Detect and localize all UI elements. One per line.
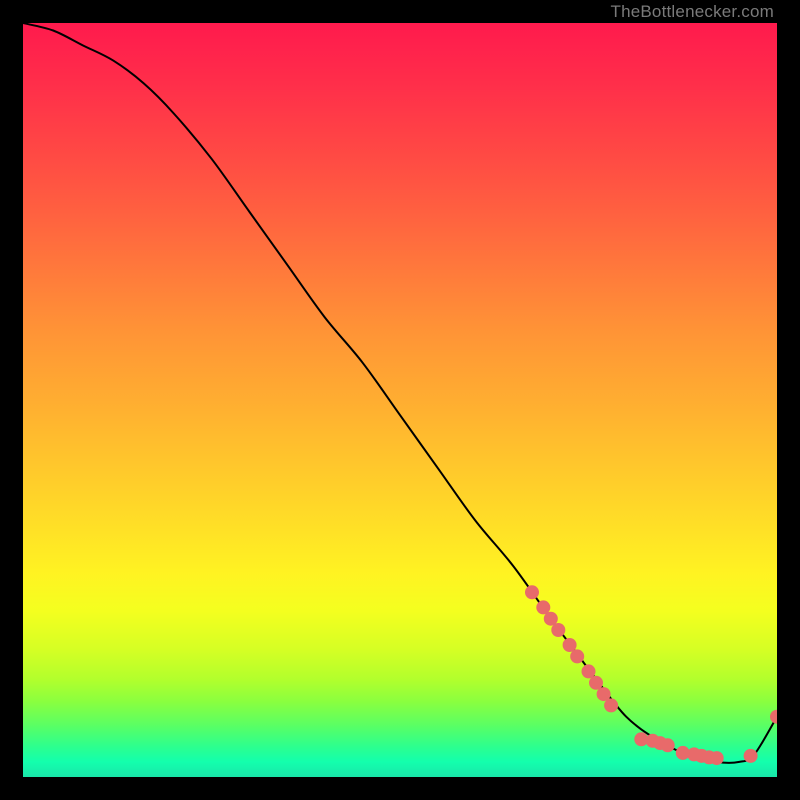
data-marker bbox=[563, 638, 577, 652]
data-marker bbox=[634, 732, 648, 746]
data-marker bbox=[646, 734, 660, 748]
data-marker bbox=[770, 710, 777, 724]
data-marker bbox=[589, 676, 603, 690]
bottleneck-curve bbox=[23, 23, 777, 763]
data-marker bbox=[695, 749, 709, 763]
data-marker bbox=[604, 698, 618, 712]
data-marker bbox=[544, 612, 558, 626]
data-marker bbox=[710, 751, 724, 765]
data-marker bbox=[653, 736, 667, 750]
data-marker bbox=[570, 649, 584, 663]
attribution-text: TheBottlenecker.com bbox=[611, 2, 775, 22]
plot-area bbox=[23, 23, 777, 777]
data-marker bbox=[597, 687, 611, 701]
data-marker bbox=[551, 623, 565, 637]
data-marker bbox=[582, 664, 596, 678]
chart-stage: TheBottlenecker.com bbox=[0, 0, 800, 800]
data-marker bbox=[661, 738, 675, 752]
marker-layer bbox=[525, 585, 777, 765]
data-marker bbox=[702, 750, 716, 764]
data-marker bbox=[744, 749, 758, 763]
data-marker bbox=[525, 585, 539, 599]
curve-layer bbox=[23, 23, 777, 777]
data-marker bbox=[536, 600, 550, 614]
data-marker bbox=[687, 747, 701, 761]
data-marker bbox=[676, 746, 690, 760]
